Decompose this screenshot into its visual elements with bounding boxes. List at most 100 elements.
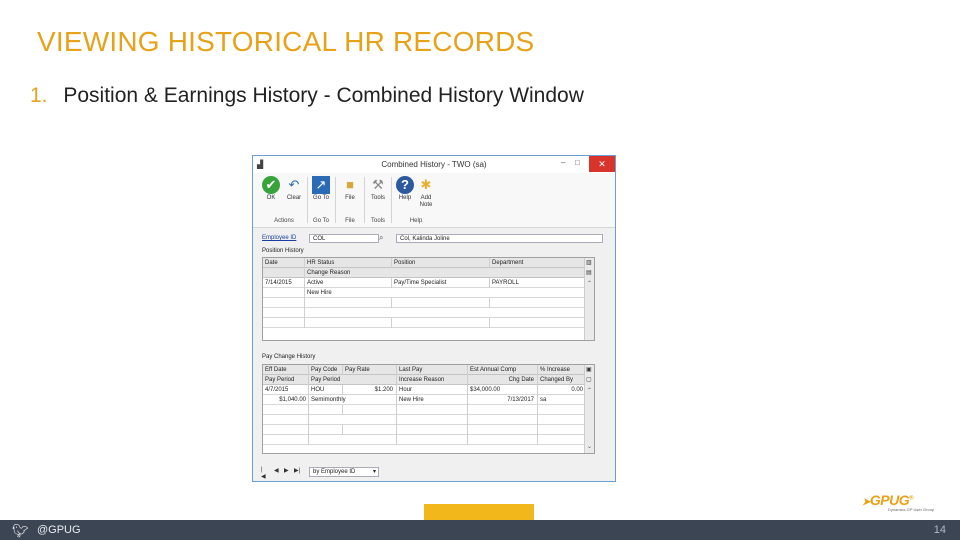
group-label-goto: Go To [313, 218, 329, 224]
ribbon-separator [307, 177, 308, 223]
employee-id-field[interactable]: COL [309, 234, 379, 243]
first-record-icon[interactable]: |◀ [261, 467, 266, 480]
table-row[interactable] [263, 435, 587, 445]
ribbon-toolbar: ✔ OK ↶ Clear ↗ Go To ■ File ⚒ Tools ? He… [253, 173, 615, 228]
logo-tagline: Dynamics GP User Group [888, 507, 935, 512]
cell-empty [305, 308, 587, 318]
cell-empty [397, 405, 468, 415]
minimize-icon[interactable]: – [561, 158, 565, 167]
note-icon: ✱ [420, 177, 432, 192]
tools-button[interactable]: ⚒ Tools [366, 176, 390, 202]
last-record-icon[interactable]: ▶| [294, 467, 300, 474]
cell-empty [490, 298, 587, 308]
header-date: Date [263, 258, 305, 268]
previous-record-icon[interactable]: ◀ [274, 467, 279, 474]
bullet-text: Position & Earnings History - Combined H… [63, 84, 584, 107]
file-button[interactable]: ■ File [338, 176, 362, 202]
clear-button[interactable]: ↶ Clear [282, 176, 306, 202]
cell-empty [309, 425, 343, 435]
header-pct-increase: % Increase [538, 365, 587, 375]
header-increase-reason: Increase Reason [397, 375, 468, 385]
goto-button[interactable]: ↗ Go To [309, 176, 333, 202]
scroll-down-icon[interactable]: ⌄ [587, 443, 592, 450]
chevron-down-icon: ▾ [372, 469, 376, 475]
pay-change-history-grid: Eff Date Pay Code Pay Rate Last Pay Est … [262, 364, 595, 454]
ribbon-separator [335, 177, 336, 223]
cell-empty [490, 318, 587, 328]
collapse-icon[interactable]: ▢ [586, 376, 592, 383]
header-position: Position [392, 258, 490, 268]
sort-by-value: by Employee ID [313, 469, 356, 475]
header-pay-code: Pay Code [309, 365, 343, 375]
logo-mark: ➤GPUG® [862, 492, 914, 508]
cell-pay-period: Semimonthly [309, 395, 397, 405]
close-icon[interactable]: ✕ [589, 156, 615, 172]
expand-icon[interactable]: ▣ [586, 366, 592, 373]
cell-empty [263, 425, 309, 435]
pay-scrollbar[interactable]: ▣ ▢ ⌃ ⌄ [584, 365, 594, 453]
cell-increase-reason: New Hire [397, 395, 468, 405]
header-eff-date: Eff Date [263, 365, 309, 375]
table-row[interactable]: 7/14/2015 Active Pay/Time Specialist PAY… [263, 278, 587, 288]
cell-empty [309, 415, 397, 425]
employee-id-label[interactable]: Employee ID [262, 235, 296, 241]
scroll-up-icon[interactable]: ⌃ [587, 387, 592, 394]
cell-empty [538, 435, 587, 445]
table-row[interactable] [263, 415, 587, 425]
goto-icon: ↗ [312, 176, 330, 194]
position-scrollbar[interactable]: ▥ ▤ ⌃ [584, 258, 594, 340]
table-row[interactable] [263, 318, 587, 328]
cell-empty [263, 318, 305, 328]
table-row[interactable] [263, 308, 587, 318]
cell-est-annual-comp: $34,000.00 [468, 385, 538, 395]
table-row[interactable] [263, 298, 587, 308]
cell-empty [538, 415, 587, 425]
cell-empty [468, 425, 538, 435]
cell-empty [392, 318, 490, 328]
cell-empty [397, 425, 468, 435]
position-subheader-row: Change Reason [263, 268, 587, 278]
cell-empty [397, 435, 468, 445]
folder-icon: ■ [346, 177, 354, 192]
cell-empty [468, 415, 538, 425]
scroll-up-icon[interactable]: ⌃ [587, 280, 592, 287]
cell-empty [263, 308, 305, 318]
cell-empty [263, 405, 309, 415]
cell-pay-amount: $1,040.00 [263, 395, 309, 405]
table-row[interactable]: 4/7/2015 HOU $1.200 Hour $34,000.00 0.00 [263, 385, 587, 395]
add-note-button[interactable]: ✱ Add Note [414, 176, 438, 209]
gpug-logo: ➤GPUG® Dynamics GP User Group [862, 490, 954, 512]
cell-department: PAYROLL [490, 278, 587, 288]
next-record-icon[interactable]: ▶ [284, 467, 289, 474]
cell-empty [309, 435, 397, 445]
lookup-icon[interactable]: ⌕ [379, 233, 383, 243]
cell-empty [263, 435, 309, 445]
table-row[interactable]: $1,040.00 Semimonthly New Hire 7/13/2017… [263, 395, 587, 405]
cell-empty [305, 318, 392, 328]
group-label-actions: Actions [274, 218, 294, 224]
table-row[interactable] [263, 405, 587, 415]
ok-label: OK [266, 195, 276, 201]
expand-icon[interactable]: ▥ [586, 259, 592, 266]
table-row[interactable] [263, 425, 587, 435]
page-number: 14 [933, 524, 946, 536]
cell-empty [468, 405, 538, 415]
maximize-icon[interactable]: □ [575, 158, 580, 167]
sort-by-select[interactable]: by Employee ID ▾ [309, 467, 379, 477]
group-label-help: Help [409, 218, 423, 224]
header-last-pay: Last Pay [397, 365, 468, 375]
header-pay-period: Pay Period [263, 375, 309, 385]
header-pay-rate: Pay Rate [343, 365, 397, 375]
cell-empty [309, 405, 343, 415]
ok-button[interactable]: ✔ OK [259, 176, 283, 202]
ribbon-separator [364, 177, 365, 223]
collapse-icon[interactable]: ▤ [586, 269, 592, 276]
cell-changed-by: sa [538, 395, 587, 405]
file-label: File [345, 195, 355, 201]
cell-empty [538, 425, 587, 435]
header-blank [263, 268, 305, 278]
help-icon: ? [396, 176, 414, 194]
twitter-bird-icon: 🐦︎ [12, 523, 29, 538]
table-row[interactable]: New Hire [263, 288, 587, 298]
cell-date: 7/14/2015 [263, 278, 305, 288]
